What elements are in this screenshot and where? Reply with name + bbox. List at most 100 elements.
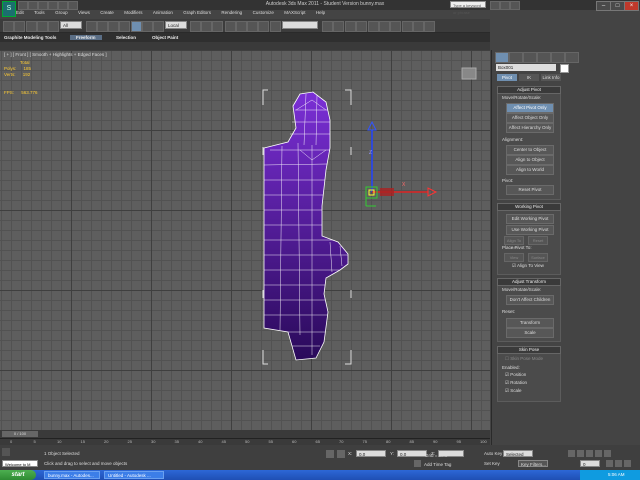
- edit-working-pivot-button[interactable]: Edit Working Pivot: [506, 214, 554, 224]
- selection-region-icon[interactable]: [108, 21, 119, 32]
- previous-frame-icon[interactable]: [577, 450, 584, 457]
- render-setup-icon[interactable]: [402, 21, 413, 32]
- search-input[interactable]: Type a keyword or phrase: [450, 1, 486, 15]
- menu-edit[interactable]: Edit: [16, 10, 24, 15]
- pivot-center-icon[interactable]: [190, 21, 201, 32]
- angle-snap-icon[interactable]: [236, 21, 247, 32]
- affect-object-only-button[interactable]: Affect Object Only: [506, 113, 554, 123]
- absolute-mode-icon[interactable]: [337, 450, 345, 458]
- project-icon[interactable]: [68, 1, 78, 10]
- play-icon[interactable]: [586, 450, 593, 457]
- object-color-swatch[interactable]: [560, 64, 569, 73]
- align-to-object-button[interactable]: Align to Object: [506, 155, 554, 165]
- affect-pivot-only-button[interactable]: Affect Pivot Only: [506, 103, 554, 113]
- redo-toolbar-icon[interactable]: [14, 21, 25, 32]
- help-icon[interactable]: [510, 1, 520, 10]
- utilities-tab-icon[interactable]: [565, 52, 579, 63]
- skin-pose-header[interactable]: Skin Pose: [497, 346, 561, 354]
- maximize-button[interactable]: □: [610, 1, 625, 11]
- time-slider-track[interactable]: [0, 430, 490, 438]
- start-button[interactable]: start: [0, 470, 36, 480]
- current-frame-field[interactable]: 0: [580, 460, 600, 467]
- edit-named-selection-icon[interactable]: [270, 21, 281, 32]
- align-icon[interactable]: [333, 21, 344, 32]
- motion-tab-icon[interactable]: [537, 52, 551, 63]
- working-pivot-header[interactable]: Working Pivot: [497, 203, 561, 211]
- mirror-icon[interactable]: [322, 21, 333, 32]
- menu-group[interactable]: Group: [55, 10, 68, 15]
- use-working-pivot-button[interactable]: Use Working Pivot: [506, 225, 554, 235]
- percent-snap-icon[interactable]: [247, 21, 258, 32]
- bind-space-warp-icon[interactable]: [48, 21, 59, 32]
- tab-selection[interactable]: Selection: [116, 35, 136, 40]
- undo-icon[interactable]: [48, 1, 58, 10]
- viewport-label[interactable]: [ + ] [ Front ] [ Smooth + Highlights + …: [4, 52, 107, 57]
- time-tag-icon[interactable]: [414, 460, 421, 467]
- close-button[interactable]: ×: [624, 1, 639, 11]
- unlink-icon[interactable]: [37, 21, 48, 32]
- taskbar-item-bunny[interactable]: bunny.max - Autodes...: [44, 471, 100, 479]
- add-time-tag[interactable]: Add Time Tag: [424, 462, 451, 467]
- reset-pivot-button[interactable]: Reset Pivot: [506, 185, 554, 195]
- adjust-pivot-header[interactable]: Adjust Pivot: [497, 86, 561, 94]
- position-checkbox[interactable]: ☑ Position: [505, 372, 526, 378]
- app-logo[interactable]: S: [2, 1, 16, 17]
- tab-object-paint[interactable]: Object Paint: [152, 35, 178, 40]
- named-selection-dropdown[interactable]: [282, 21, 318, 29]
- layer-manager-icon[interactable]: [345, 21, 356, 32]
- binoculars-icon[interactable]: [490, 1, 500, 10]
- maxscript-listener-input[interactable]: Welcome to M: [2, 460, 38, 467]
- key-filters-button[interactable]: Key Filters...: [518, 460, 548, 467]
- next-frame-icon[interactable]: [595, 450, 602, 457]
- menu-tools[interactable]: Tools: [34, 10, 45, 15]
- open-icon[interactable]: [28, 1, 38, 10]
- pan-icon[interactable]: [615, 460, 622, 467]
- subtab-pivot[interactable]: Pivot: [497, 74, 517, 81]
- select-and-move-icon[interactable]: [131, 21, 142, 32]
- rotation-checkbox[interactable]: ☑ Rotation: [505, 380, 527, 386]
- center-to-object-button[interactable]: Center to Object: [506, 145, 554, 155]
- lock-selection-icon[interactable]: [326, 450, 334, 458]
- select-by-name-icon[interactable]: [97, 21, 108, 32]
- orbit-icon[interactable]: [624, 460, 631, 467]
- menu-animation[interactable]: Animation: [153, 10, 173, 15]
- align-to-view-checkbox[interactable]: ☑ Align To View: [512, 263, 544, 269]
- taskbar-item-untitled[interactable]: Untitled - Autodesk ...: [104, 471, 164, 479]
- menu-graph-editors[interactable]: Graph Editors: [183, 10, 211, 15]
- transform-button[interactable]: Transform: [506, 318, 554, 328]
- graphite-toggle-icon[interactable]: [356, 21, 367, 32]
- menu-create[interactable]: Create: [100, 10, 114, 15]
- dont-affect-children-button[interactable]: Don't Affect Children: [506, 295, 554, 305]
- save-icon[interactable]: [38, 1, 48, 10]
- schematic-view-icon[interactable]: [379, 21, 390, 32]
- affect-hierarchy-only-button[interactable]: Affect Hierarchy Only: [506, 123, 554, 133]
- material-editor-icon[interactable]: [390, 21, 401, 32]
- reference-coordinate-dropdown[interactable]: Local: [165, 21, 187, 29]
- object-name-field[interactable]: Box001: [496, 64, 556, 71]
- spinner-snap-icon[interactable]: [258, 21, 269, 32]
- create-tab-icon[interactable]: [495, 52, 509, 63]
- front-viewport[interactable]: Z X: [0, 50, 490, 430]
- go-to-start-icon[interactable]: [568, 450, 575, 457]
- menu-rendering[interactable]: Rendering: [221, 10, 242, 15]
- undo-toolbar-icon[interactable]: [3, 21, 14, 32]
- display-tab-icon[interactable]: [551, 52, 565, 63]
- menu-views[interactable]: Views: [78, 10, 90, 15]
- render-production-icon[interactable]: [424, 21, 435, 32]
- adjust-transform-header[interactable]: Adjust Transform: [497, 278, 561, 286]
- menu-modifiers[interactable]: Modifiers: [124, 10, 142, 15]
- y-coordinate-field[interactable]: 0.0: [397, 450, 427, 457]
- go-to-end-icon[interactable]: [604, 450, 611, 457]
- maxscript-mini-icon[interactable]: [2, 448, 10, 456]
- key-mode-dropdown[interactable]: Selected: [503, 450, 533, 457]
- scale-button[interactable]: Scale: [506, 328, 554, 338]
- tab-freeform[interactable]: Freeform: [70, 35, 102, 40]
- redo-icon[interactable]: [58, 1, 68, 10]
- selection-filter-dropdown[interactable]: All: [60, 21, 82, 29]
- select-manipulate-icon[interactable]: [201, 21, 212, 32]
- modify-tab-icon[interactable]: [509, 52, 523, 63]
- snaps-toggle-icon[interactable]: [225, 21, 236, 32]
- tab-graphite-modeling-tools[interactable]: Graphite Modeling Tools: [4, 35, 56, 40]
- new-icon[interactable]: [18, 1, 28, 10]
- select-and-rotate-icon[interactable]: [142, 21, 153, 32]
